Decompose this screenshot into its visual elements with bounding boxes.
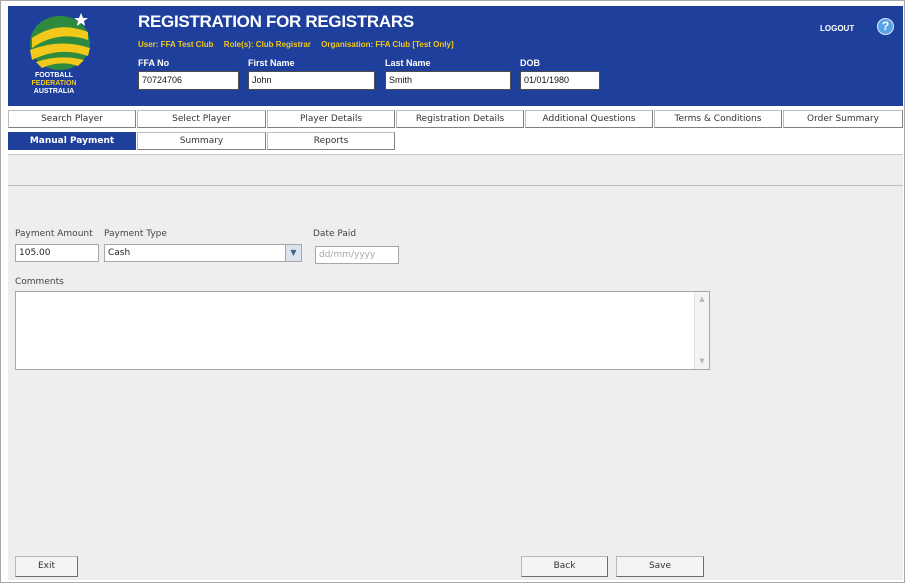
dob-value: 01/01/1980 bbox=[520, 71, 600, 90]
scroll-down-icon[interactable]: ▼ bbox=[695, 354, 709, 368]
last-name-label: Last Name bbox=[385, 58, 431, 68]
tab-terms-conditions[interactable]: Terms & Conditions bbox=[654, 110, 782, 128]
logo-wordmark: FOOTBALL FEDERATION AUSTRALIA bbox=[31, 72, 77, 95]
tab-manual-payment[interactable]: Manual Payment bbox=[8, 132, 136, 150]
tab-select-player[interactable]: Select Player bbox=[137, 110, 266, 128]
logout-link[interactable]: LOGOUT bbox=[820, 24, 854, 33]
help-icon[interactable]: ? bbox=[877, 18, 894, 35]
ffa-no-label: FFA No bbox=[138, 58, 170, 68]
manual-payment-panel: Payment Amount 105.00 Payment Type Cash … bbox=[8, 154, 903, 580]
first-name-value: John bbox=[248, 71, 375, 90]
last-name-value: Smith bbox=[385, 71, 511, 90]
date-paid-input[interactable]: dd/mm/yyyy bbox=[315, 246, 399, 264]
page-title: REGISTRATION FOR REGISTRARS bbox=[138, 12, 414, 31]
roles-label: Role(s): Club Registrar bbox=[223, 40, 311, 49]
comments-scrollbar[interactable]: ▲ ▼ bbox=[694, 292, 709, 369]
exit-button[interactable]: Exit bbox=[15, 556, 78, 577]
tab-reports[interactable]: Reports bbox=[267, 132, 395, 150]
ffa-no-value: 70724706 bbox=[138, 71, 239, 90]
user-info: User: FFA Test Club Role(s): Club Regist… bbox=[138, 40, 462, 49]
last-name-field: Last Name Smith bbox=[385, 58, 511, 90]
first-name-label: First Name bbox=[248, 58, 295, 68]
header-banner: FOOTBALL FEDERATION AUSTRALIA REGISTRATI… bbox=[8, 6, 903, 106]
divider bbox=[8, 185, 903, 186]
payment-amount-input[interactable]: 105.00 bbox=[15, 244, 99, 262]
comments-label: Comments bbox=[15, 277, 64, 287]
tab-additional-questions[interactable]: Additional Questions bbox=[525, 110, 653, 128]
chevron-down-icon[interactable]: ▼ bbox=[285, 245, 301, 261]
payment-amount-label: Payment Amount bbox=[15, 229, 93, 239]
date-paid-label: Date Paid bbox=[313, 229, 357, 239]
payment-type-label: Payment Type bbox=[104, 229, 167, 239]
tab-search-player[interactable]: Search Player bbox=[8, 110, 136, 128]
tab-order-summary[interactable]: Order Summary bbox=[783, 110, 903, 128]
save-button[interactable]: Save bbox=[616, 556, 704, 577]
scroll-up-icon[interactable]: ▲ bbox=[695, 292, 709, 306]
tab-summary[interactable]: Summary bbox=[137, 132, 266, 150]
dob-field: DOB 01/01/1980 bbox=[520, 58, 600, 90]
ffa-no-field: FFA No 70724706 bbox=[138, 58, 239, 90]
back-button[interactable]: Back bbox=[521, 556, 608, 577]
first-name-field: First Name John bbox=[248, 58, 375, 90]
payment-type-value: Cash bbox=[108, 248, 131, 258]
dob-label: DOB bbox=[520, 58, 540, 68]
tab-player-details[interactable]: Player Details bbox=[267, 110, 395, 128]
comments-textarea[interactable]: ▲ ▼ bbox=[15, 291, 710, 370]
organisation-label: Organisation: FFA Club [Test Only] bbox=[321, 40, 454, 49]
user-label: User: FFA Test Club bbox=[138, 40, 214, 49]
payment-type-select[interactable]: Cash ▼ bbox=[104, 244, 302, 262]
tab-registration-details[interactable]: Registration Details bbox=[396, 110, 524, 128]
